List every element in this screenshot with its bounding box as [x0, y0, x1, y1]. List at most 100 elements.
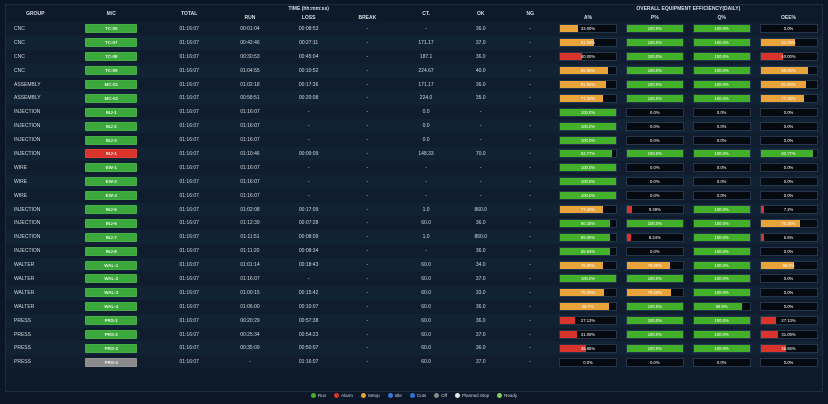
table-row[interactable]: CNC TC-05 01:16:07 00:01:04 00:08:53 - - 36.0 - 3…: [6, 22, 822, 36]
machine-status-badge[interactable]: EW-3: [85, 191, 138, 201]
ct-cell: 60.0: [421, 275, 431, 282]
machine-status-badge[interactable]: MC-01: [85, 80, 138, 89]
p-bar-cell: 0.0%: [621, 161, 688, 175]
mc-cell: PRS-1: [65, 314, 158, 328]
run-cell: 01:04:55: [240, 67, 260, 74]
table-row[interactable]: PRESS PRS-2 01:16:07 00:25:34 00:54:23 - 60.0 3…: [6, 327, 822, 342]
a-value: 45.65%: [580, 345, 596, 351]
table-row[interactable]: CNC TC-07 01:16:07 00:42:46 00:27:11 - 171.17 3…: [6, 35, 822, 50]
oee-progress-bar: 31.09%: [759, 330, 818, 340]
a-bar-cell: 81.80%: [555, 78, 622, 92]
ng-cell: -: [529, 262, 532, 269]
q-progress-bar: 0.0%: [692, 135, 751, 145]
ct-cell: 60.0: [421, 289, 431, 296]
machine-status-badge[interactable]: PRS-1: [85, 316, 138, 326]
machine-status-badge[interactable]: TC-09: [85, 66, 138, 76]
machine-status-badge[interactable]: INJ-6: [85, 218, 138, 228]
table-row[interactable]: ASSEMBLY MC-01 01:16:07 01:02:18 00:17:36 - 17…: [6, 77, 822, 92]
machine-status-badge[interactable]: WAL-2: [85, 274, 138, 284]
p-progress-bar: 100.0%: [625, 66, 684, 76]
machine-status-badge[interactable]: TC-08: [85, 52, 138, 62]
table-row[interactable]: ASSEMBLY MC-02 01:16:07 00:58:51 00:20:08 - 22…: [6, 91, 822, 106]
oee-progress-bar: 0.0%: [759, 357, 818, 367]
table-row[interactable]: PRESS PRS-4 01:16:07 - 01:16:07 - 60.0 37.0 - 0.0…: [6, 355, 822, 370]
table-row[interactable]: CNC TC-09 01:16:07 01:04:55 00:10:52 - 224.67 4…: [6, 63, 822, 78]
a-value: 77.42%: [580, 207, 596, 213]
table-row[interactable]: PRESS PRS-1 01:16:07 00:20:29 00:57:38 - 60.0 3…: [6, 313, 822, 328]
q-value: 0.0%: [716, 137, 727, 143]
machine-status-badge[interactable]: PRS-4: [85, 357, 138, 367]
table-row[interactable]: INJECTION INJ-1 01:16:07 01:10:46 00:09:09 - 1…: [6, 147, 822, 161]
machine-status-badge[interactable]: EW-2: [85, 177, 138, 187]
p-progress-bar: 79.00%: [625, 288, 684, 298]
machine-status-badge[interactable]: WAL-4: [85, 302, 138, 312]
machine-status-badge[interactable]: PRS-2: [85, 330, 138, 340]
total-cell: 01:16:07: [179, 67, 199, 74]
ng-cell: -: [529, 123, 532, 130]
a-bar-cell: 79.00%: [555, 286, 622, 300]
table-row[interactable]: WALTER WAL-4 01:16:07 01:06:00 00:10:07 - 60.0…: [6, 299, 822, 314]
oee-bar-cell: 0.0%: [755, 355, 822, 369]
table-row[interactable]: INJECTION INJ-2 01:16:07 01:16:07 - - 0.0 - - 100…: [6, 119, 822, 134]
machine-status-badge[interactable]: INJ-3: [85, 135, 138, 145]
machine-status-badge[interactable]: INJ-8: [85, 246, 138, 256]
machine-status-badge[interactable]: INJ-1: [85, 107, 138, 117]
group-cell: CNC: [14, 25, 25, 32]
table-row[interactable]: WIRE EW-2 01:16:07 01:16:07 - - - - - 100.0% 0.0% 0…: [6, 174, 822, 189]
table-row[interactable]: PRESS PRS-3 01:16:07 00:35:09 00:50:07 - 60.0 3…: [6, 341, 822, 356]
table-row[interactable]: INJECTION INJ-3 01:16:07 01:16:07 - - 0.0 - - 100…: [6, 133, 822, 148]
table-row[interactable]: INJECTION INJ-6 01:16:07 01:12:39 00:07:28 - 6…: [6, 216, 822, 231]
machine-status-badge[interactable]: INJ-7: [85, 232, 138, 242]
machine-status-badge[interactable]: TC-07: [85, 38, 138, 48]
machine-status-badge[interactable]: INJ-2: [85, 121, 138, 131]
oee-progress-bar: 7.2%: [759, 205, 818, 215]
machine-status-badge[interactable]: PRS-3: [85, 343, 138, 353]
p-progress-bar: 100.0%: [625, 330, 684, 340]
p-value: 100.0%: [647, 82, 662, 87]
table-row[interactable]: WIRE EW-3 01:16:07 01:16:07 - - - - - 100.0% 0.0% 0…: [6, 188, 822, 203]
table-row[interactable]: WIRE EW-1 01:16:07 01:16:07 - - - - - 100.0% 0.0% 0…: [6, 160, 822, 175]
machine-status-badge[interactable]: INJ-1: [85, 149, 138, 159]
mc-cell: MC-01: [65, 78, 158, 92]
machine-status-badge[interactable]: INJ-5: [85, 205, 138, 215]
oee-progress-bar: 77.30%: [759, 93, 818, 103]
col-a: A%: [583, 14, 593, 21]
ok-cell: 36.0: [475, 25, 486, 32]
table-row[interactable]: WALTER WAL-1 01:16:07 01:01:14 00:18:43 - 60.0…: [6, 258, 822, 273]
a-value: 27.13%: [580, 318, 596, 324]
oee-bar-cell: 0.0%: [755, 244, 822, 258]
table-row[interactable]: INJECTION INJ-1 01:16:07 01:16:07 - - 0.0 - - 100…: [6, 105, 822, 120]
p-progress-bar: 100.0%: [625, 302, 684, 312]
q-bar-cell: 0.0%: [688, 355, 755, 369]
q-bar-cell: 100.0%: [688, 147, 755, 161]
loss-cell: 00:08:53: [298, 25, 319, 32]
loss-cell: 00:10:52: [298, 67, 319, 74]
oee-bar-cell: 31.09%: [755, 328, 822, 342]
q-value: 0.0%: [716, 179, 727, 185]
machine-status-badge[interactable]: TC-05: [85, 24, 138, 34]
table-row[interactable]: INJECTION INJ-5 01:16:07 01:02:08 00:17:09 - 1…: [6, 202, 822, 217]
machine-status-badge[interactable]: WAL-3: [85, 288, 138, 298]
ng-cell: -: [529, 25, 532, 32]
table-row[interactable]: INJECTION INJ-8 01:16:07 01:11:20 00:08:34 - -…: [6, 244, 822, 259]
p-value: 78.00%: [647, 262, 662, 268]
machine-status-badge[interactable]: MC-02: [85, 93, 138, 103]
machine-status-badge[interactable]: EW-1: [85, 163, 138, 173]
a-progress-bar: 77.42%: [559, 205, 617, 215]
loss-cell: 00:08:09: [298, 234, 319, 241]
ng-cell: -: [529, 220, 532, 227]
table-row[interactable]: WALTER WAL-3 01:16:07 01:00:15 00:15:42 - 60.0…: [6, 285, 822, 300]
table-row[interactable]: WALTER WAL-2 01:16:07 01:16:07 - - 60.0 37.0 - 10…: [6, 272, 822, 286]
oee-value: 61.09%: [781, 40, 796, 46]
ct-cell: 224.0: [419, 95, 433, 102]
col-total: TOTAL: [181, 10, 198, 17]
p-value: 100.0%: [647, 54, 662, 60]
q-progress-bar: 100.0%: [692, 93, 751, 103]
a-bar-cell: 89.00%: [555, 230, 622, 244]
table-row[interactable]: INJECTION INJ-7 01:16:07 01:11:51 00:08:09 - 1…: [6, 230, 822, 245]
a-value: 100.0%: [580, 276, 596, 282]
table-row[interactable]: CNC TC-08 01:16:07 00:30:53 00:45:04 - 187.1 36…: [6, 49, 822, 64]
machine-status-badge[interactable]: WAL-1: [85, 260, 138, 270]
a-progress-bar: 100.0%: [559, 274, 617, 284]
oee-progress-bar: 6.5%: [759, 232, 818, 242]
